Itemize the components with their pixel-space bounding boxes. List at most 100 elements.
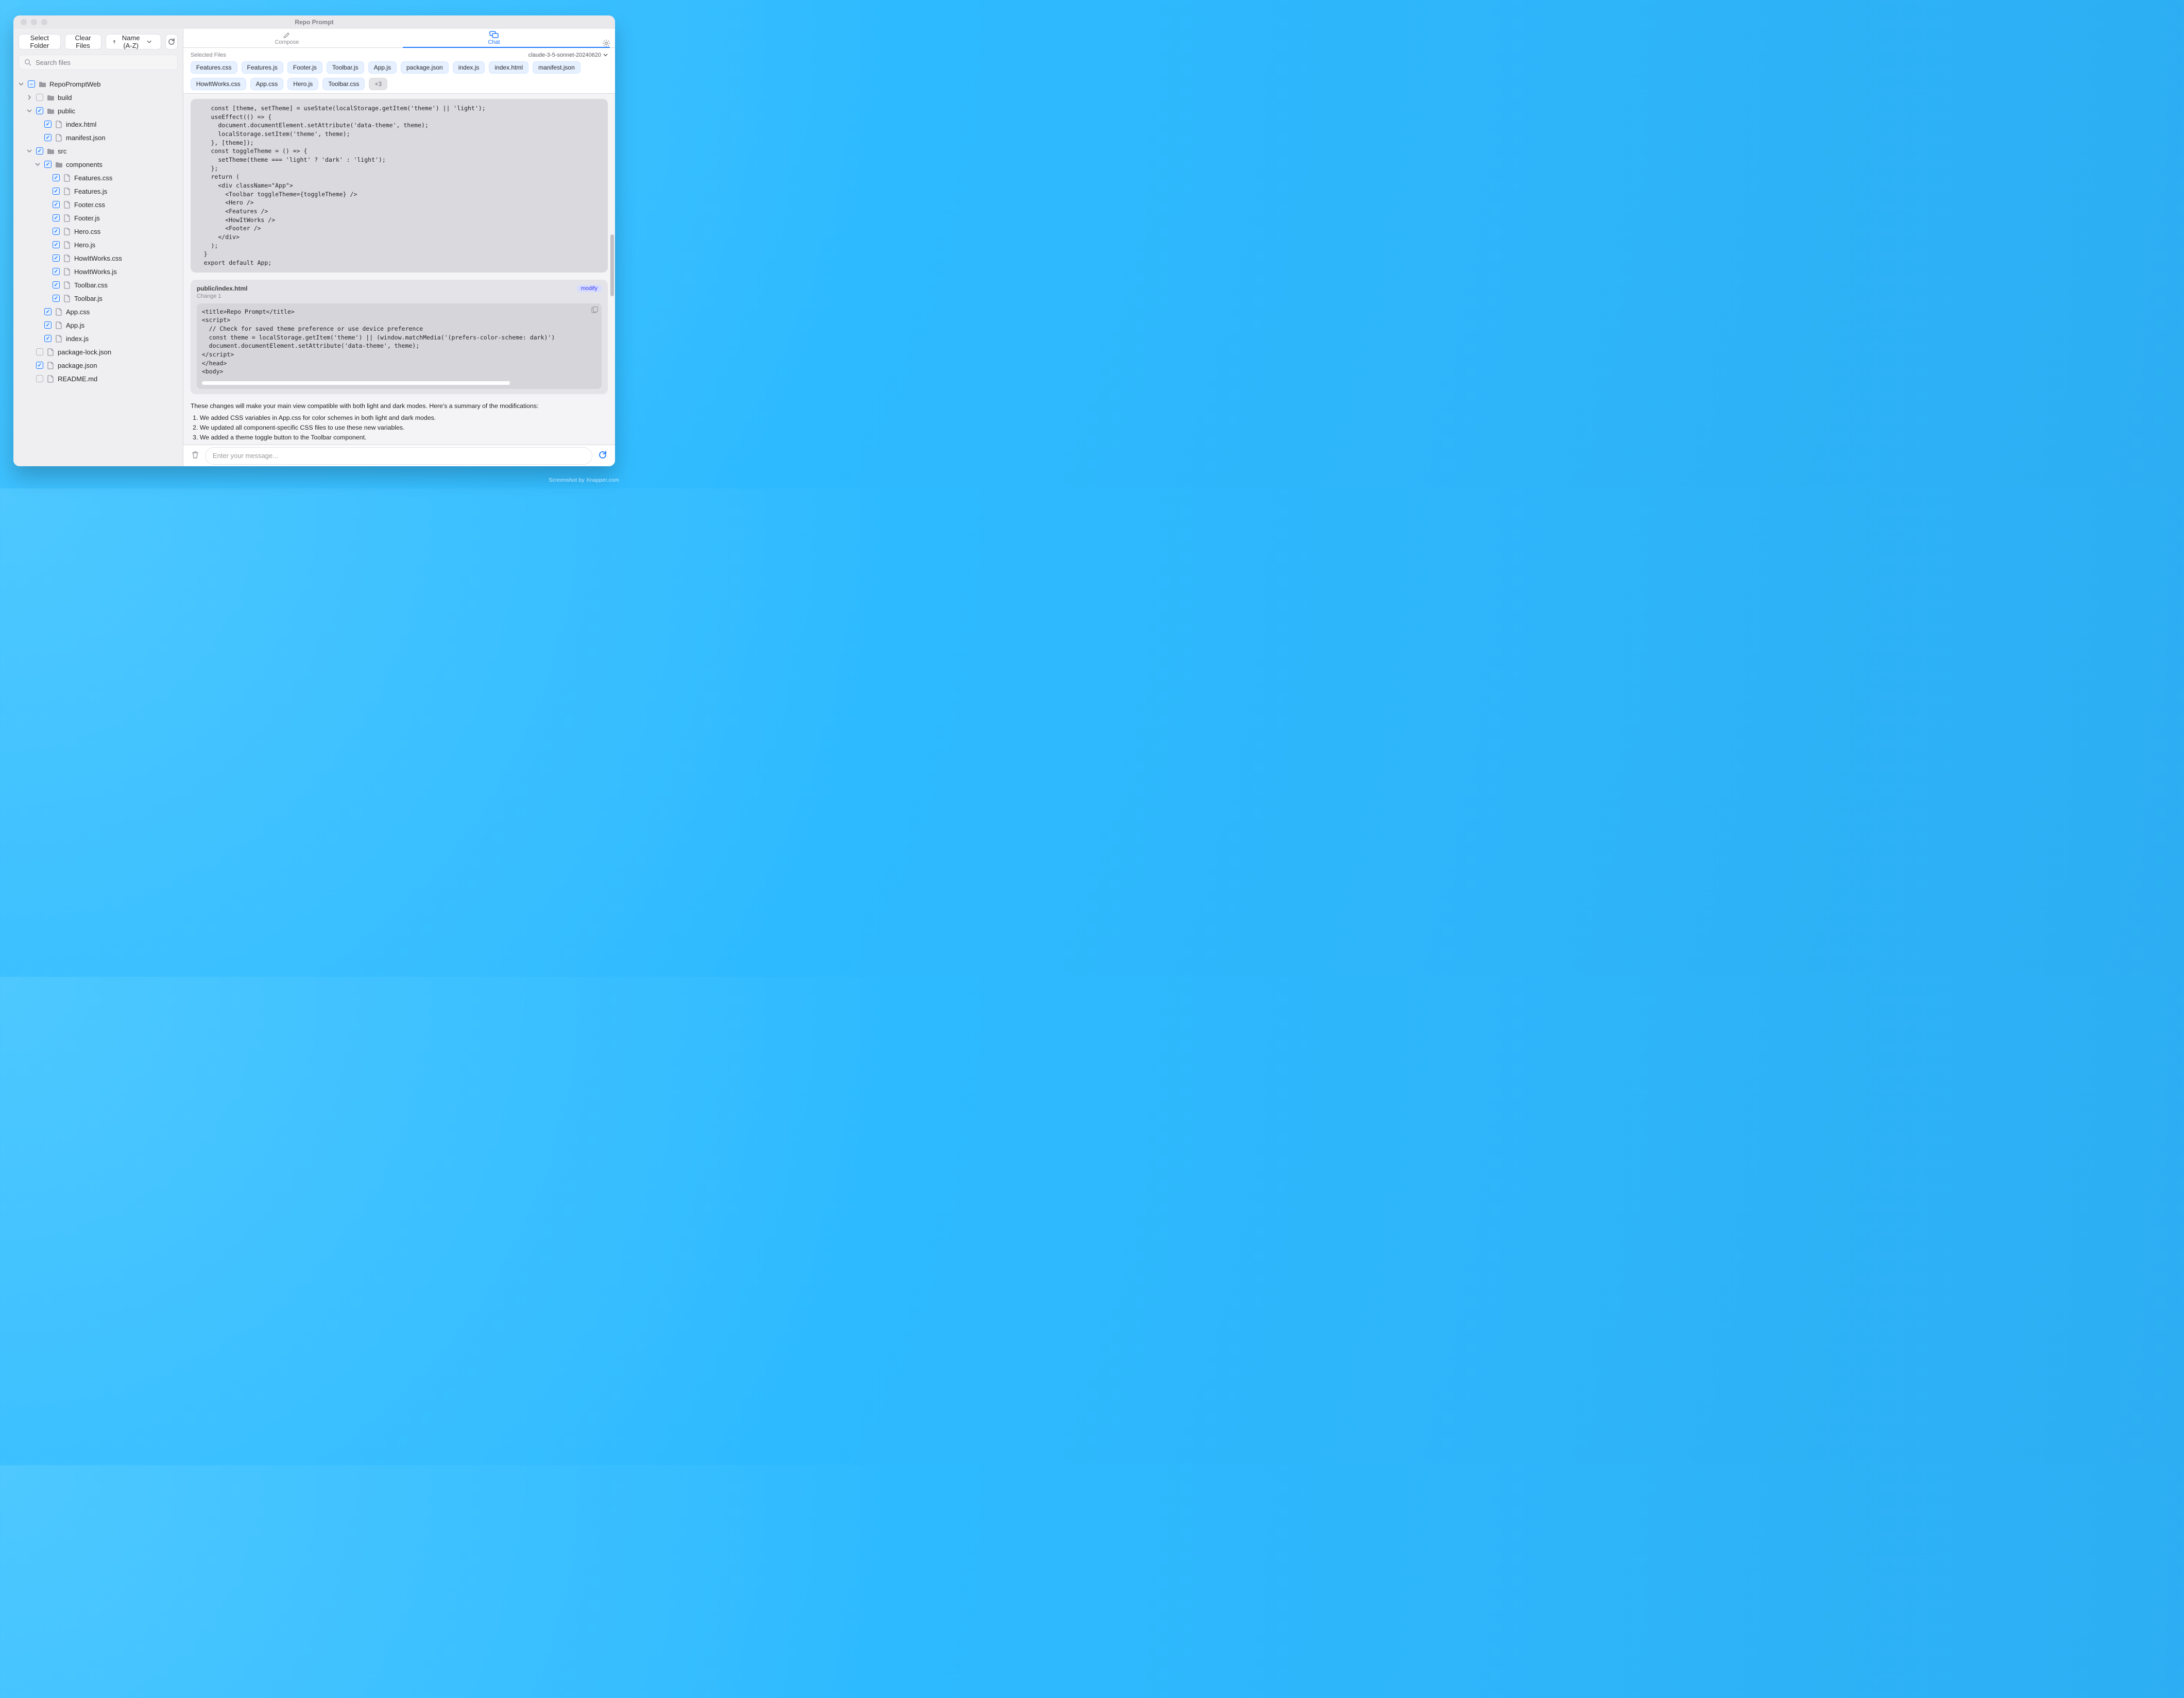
folder-public[interactable]: public: [18, 104, 179, 117]
file-app-js[interactable]: App.js: [18, 318, 179, 332]
file-footer-css[interactable]: Footer.css: [18, 198, 179, 211]
checkbox[interactable]: [53, 254, 60, 262]
checkbox[interactable]: [53, 214, 60, 222]
file-index-html[interactable]: index.html: [18, 117, 179, 131]
send-button[interactable]: [598, 450, 608, 462]
tree-item-label: components: [66, 161, 103, 168]
horizontal-scrollbar[interactable]: [202, 381, 596, 385]
file-icon: [46, 348, 55, 356]
clear-files-button[interactable]: Clear Files: [65, 34, 101, 49]
folder-src[interactable]: src: [18, 144, 179, 158]
file-howitworks-js[interactable]: HowItWorks.js: [18, 265, 179, 278]
file-chip[interactable]: Toolbar.js: [327, 61, 364, 74]
checkbox[interactable]: [36, 94, 43, 101]
file-chip[interactable]: App.js: [368, 61, 397, 74]
checkbox[interactable]: [44, 134, 52, 141]
file-tree[interactable]: RepoPromptWebbuildpublic index.html manife…: [13, 74, 183, 466]
file-icon: [63, 227, 71, 235]
checkbox[interactable]: [44, 121, 52, 128]
chevron-right-icon[interactable]: [26, 95, 33, 100]
checkbox[interactable]: [53, 188, 60, 195]
chat-scroll[interactable]: const [theme, setTheme] = useState(local…: [183, 94, 615, 445]
file-chip[interactable]: Toolbar.css: [322, 78, 365, 90]
checkbox[interactable]: [44, 335, 52, 342]
checkbox[interactable]: [36, 107, 43, 114]
folder-components[interactable]: components: [18, 158, 179, 171]
file-hero-js[interactable]: Hero.js: [18, 238, 179, 251]
checkbox[interactable]: [44, 308, 52, 315]
app-window: Repo Prompt Select Folder Clear Files Na…: [13, 15, 615, 466]
folder-root[interactable]: RepoPromptWeb: [18, 77, 179, 91]
checkbox[interactable]: [36, 362, 43, 369]
search-input[interactable]: Search files: [19, 55, 178, 70]
checkbox[interactable]: [28, 80, 35, 88]
copy-button[interactable]: [591, 307, 599, 316]
file-pkglock[interactable]: package-lock.json: [18, 345, 179, 359]
file-chip[interactable]: index.html: [489, 61, 528, 74]
file-chip[interactable]: Features.css: [191, 61, 237, 74]
file-chip[interactable]: package.json: [401, 61, 449, 74]
file-pkg[interactable]: package.json: [18, 359, 179, 372]
file-toolbar-js[interactable]: Toolbar.js: [18, 292, 179, 305]
file-icon: [55, 321, 63, 329]
chip-overflow[interactable]: +3: [369, 78, 387, 90]
tab-chat[interactable]: Chat: [390, 29, 598, 47]
file-chip[interactable]: index.js: [453, 61, 485, 74]
chevron-down-icon[interactable]: [26, 108, 33, 113]
file-toolbar-css[interactable]: Toolbar.css: [18, 278, 179, 292]
sort-button[interactable]: Name (A-Z): [106, 34, 162, 49]
model-picker[interactable]: claude-3-5-sonnet-20240620: [528, 52, 608, 58]
message-input[interactable]: Enter your message...: [205, 447, 592, 465]
file-hero-css[interactable]: Hero.css: [18, 225, 179, 238]
main-panel: Compose Chat Selected Files claude-3-5: [183, 29, 615, 466]
select-folder-button[interactable]: Select Folder: [19, 34, 61, 49]
file-chip[interactable]: Features.js: [242, 61, 283, 74]
tab-compose[interactable]: Compose: [183, 29, 390, 47]
file-features-js[interactable]: Features.js: [18, 184, 179, 198]
file-manifest-json[interactable]: manifest.json: [18, 131, 179, 144]
file-readme[interactable]: README.md: [18, 372, 179, 385]
file-footer-js[interactable]: Footer.js: [18, 211, 179, 225]
selected-files-label: Selected Files: [191, 52, 226, 58]
checkbox[interactable]: [36, 375, 43, 382]
tree-item-label: src: [58, 147, 66, 155]
checkbox[interactable]: [53, 174, 60, 181]
checkbox[interactable]: [53, 268, 60, 275]
file-index-js[interactable]: index.js: [18, 332, 179, 345]
checkbox[interactable]: [36, 348, 43, 355]
checkbox[interactable]: [44, 321, 52, 329]
file-icon: [63, 267, 71, 276]
pencil-icon: [283, 31, 291, 38]
file-app-css[interactable]: App.css: [18, 305, 179, 318]
folder-icon: [38, 80, 46, 88]
chevron-down-icon: [147, 39, 151, 44]
checkbox[interactable]: [53, 241, 60, 248]
tree-item-label: index.html: [66, 121, 96, 128]
checkbox[interactable]: [53, 281, 60, 288]
change-number: Change 1: [197, 293, 602, 299]
folder-icon: [46, 147, 55, 155]
file-chip[interactable]: HowItWorks.css: [191, 78, 246, 90]
checkbox[interactable]: [53, 228, 60, 235]
checkbox[interactable]: [53, 295, 60, 302]
file-chip[interactable]: manifest.json: [533, 61, 581, 74]
file-features-css[interactable]: Features.css: [18, 171, 179, 184]
vertical-scrollbar[interactable]: [610, 234, 614, 296]
checkbox[interactable]: [44, 161, 52, 168]
folder-build[interactable]: build: [18, 91, 179, 104]
checkbox[interactable]: [53, 201, 60, 208]
search-placeholder: Search files: [36, 59, 71, 66]
file-chip[interactable]: App.css: [250, 78, 284, 90]
file-howitworks-css[interactable]: HowItWorks.css: [18, 251, 179, 265]
refresh-button[interactable]: [165, 34, 178, 49]
settings-button[interactable]: [598, 39, 615, 47]
tree-item-label: package.json: [58, 362, 97, 369]
chevron-down-icon[interactable]: [34, 162, 41, 167]
file-chip[interactable]: Footer.js: [287, 61, 322, 74]
file-chip[interactable]: Hero.js: [287, 78, 318, 90]
chevron-down-icon[interactable]: [18, 81, 25, 87]
checkbox[interactable]: [36, 147, 43, 155]
modify-badge: modify: [577, 285, 602, 292]
delete-button[interactable]: [191, 450, 200, 461]
chevron-down-icon[interactable]: [26, 148, 33, 154]
